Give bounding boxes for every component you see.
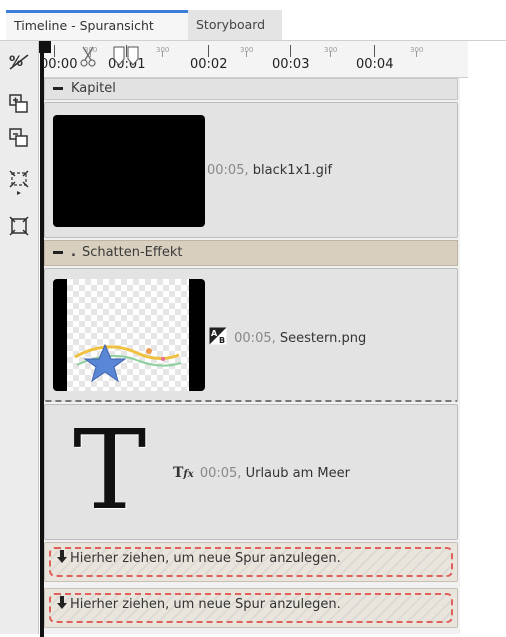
clip-label: Tfx 00:05, Urlaub am Meer	[173, 465, 350, 481]
tab-timeline[interactable]: Timeline - Spuransicht	[6, 10, 188, 40]
clip-thumbnail	[53, 115, 205, 227]
clip-block-black[interactable]: 00:05, black1x1.gif	[44, 102, 458, 238]
drop-zone-2[interactable]: Hierher ziehen, um neue Spur anzulegen.	[44, 588, 458, 628]
arrow-down-icon	[57, 596, 67, 609]
drop-zone-1[interactable]: Hierher ziehen, um neue Spur anzulegen.	[44, 542, 458, 582]
ruler-sub-label: 300	[410, 46, 424, 54]
effect-dot: .	[71, 245, 76, 260]
clip-duration: 00:05,	[234, 331, 276, 346]
ab-blend-icon[interactable]: A B	[209, 327, 227, 345]
ruler-label-0: 00:00	[40, 57, 78, 72]
playhead[interactable]	[40, 41, 44, 637]
right-margin	[468, 41, 506, 634]
clip-duration: 00:05,	[207, 163, 249, 178]
timeline-toolbar: %	[0, 41, 39, 634]
text-fx-icon[interactable]: Tfx	[173, 465, 194, 481]
text-clip-glyph: T	[73, 406, 147, 534]
clip-filename: Seestern.png	[279, 331, 367, 346]
drop-zone-label: Hierher ziehen, um neue Spur anzulegen.	[57, 596, 341, 612]
ruler-sub-label: 300	[324, 46, 338, 54]
ruler-tick	[54, 45, 55, 57]
starfish-image	[74, 343, 182, 383]
transparent-checker	[67, 279, 189, 391]
ruler-tick	[374, 45, 375, 57]
ruler-tick	[208, 45, 209, 57]
effect-title: Schatten-Effekt	[81, 245, 183, 260]
svg-text:B: B	[219, 336, 225, 345]
time-ruler[interactable]: 300 300 300 300 300 00:00 00:01 00:02 00…	[40, 41, 468, 78]
playhead-handle[interactable]	[39, 41, 51, 53]
chapter-title: Kapitel	[71, 81, 116, 96]
effect-header[interactable]: . Schatten-Effekt	[44, 240, 458, 266]
ruler-label-4: 00:04	[356, 57, 394, 72]
ruler-label-2: 00:02	[190, 57, 228, 72]
collapse-icon[interactable]	[8, 215, 30, 237]
ruler-label-3: 00:03	[272, 57, 310, 72]
clip-label: 00:05, black1x1.gif	[207, 163, 332, 178]
clip-title: Urlaub am Meer	[245, 466, 350, 481]
remove-track-icon[interactable]	[8, 127, 30, 149]
clip-filename: black1x1.gif	[252, 163, 333, 178]
arrow-down-icon	[57, 550, 67, 563]
svg-text:A: A	[211, 329, 218, 338]
chapter-header[interactable]: Kapitel	[44, 78, 458, 100]
clip-block-text[interactable]: T Tfx 00:05, Urlaub am Meer	[44, 404, 458, 540]
clip-block-seestern[interactable]: A B 00:05, Seestern.png	[44, 268, 458, 402]
ruler-sub-label: 300	[156, 46, 170, 54]
ruler-tick	[290, 45, 291, 57]
clip-thumbnail	[53, 279, 205, 391]
tab-storyboard[interactable]: Storyboard	[188, 10, 282, 40]
add-track-icon[interactable]	[8, 93, 30, 115]
zoom-fit-icon[interactable]: %	[8, 51, 30, 73]
scissors-icon[interactable]	[78, 41, 98, 71]
clip-duration: 00:05,	[199, 466, 242, 481]
ruler-sub-label: 300	[240, 46, 254, 54]
marker-handle-icon[interactable]	[112, 43, 142, 71]
drop-zone-label: Hierher ziehen, um neue Spur anzulegen.	[57, 550, 341, 566]
collapse-minus-icon[interactable]	[53, 251, 63, 254]
clip-label: A B 00:05, Seestern.png	[209, 327, 366, 346]
collapse-minus-icon[interactable]	[53, 87, 63, 90]
expand-icon[interactable]	[8, 169, 30, 195]
